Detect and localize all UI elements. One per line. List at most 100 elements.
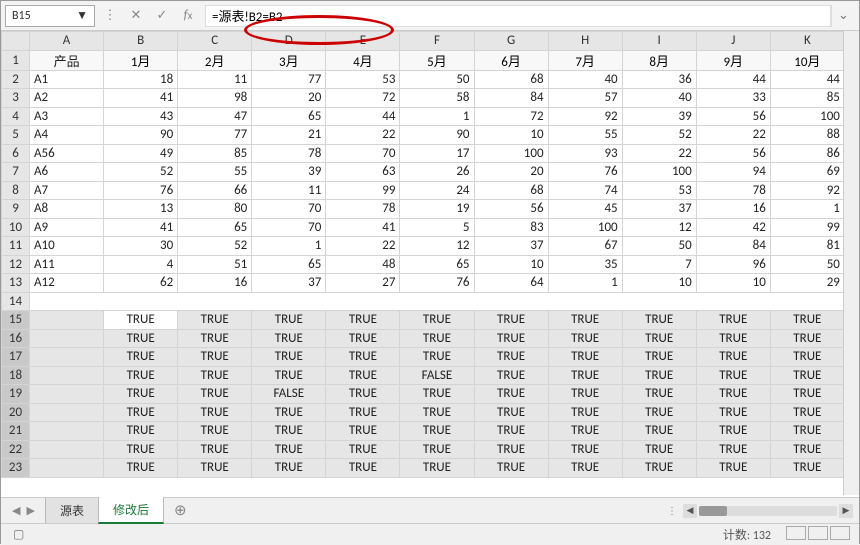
row-header[interactable]: 21	[2, 422, 30, 441]
cell[interactable]: 65	[178, 218, 252, 237]
cell[interactable]: 17	[400, 144, 474, 163]
cell[interactable]: 4	[104, 255, 178, 274]
cell[interactable]: TRUE	[548, 403, 622, 422]
cell[interactable]: TRUE	[178, 403, 252, 422]
cell[interactable]: 65	[400, 255, 474, 274]
col-header[interactable]: I	[622, 32, 696, 51]
cell[interactable]: 83	[474, 218, 548, 237]
col-header[interactable]: J	[696, 32, 770, 51]
col-header[interactable]: C	[178, 32, 252, 51]
cell[interactable]: TRUE	[178, 348, 252, 367]
cell[interactable]: TRUE	[770, 385, 844, 404]
cell[interactable]: 2月	[178, 50, 252, 70]
row-header[interactable]: 1	[2, 50, 30, 70]
cell[interactable]: A9	[30, 218, 104, 237]
cell[interactable]: 36	[622, 70, 696, 89]
cell[interactable]: 42	[696, 218, 770, 237]
row-header[interactable]: 6	[2, 144, 30, 163]
cell[interactable]	[30, 348, 104, 367]
cell[interactable]: 92	[770, 181, 844, 200]
cell[interactable]: 41	[104, 218, 178, 237]
cell[interactable]: A6	[30, 163, 104, 182]
cell[interactable]	[30, 311, 104, 330]
row-header[interactable]: 9	[2, 200, 30, 219]
cell[interactable]: TRUE	[622, 329, 696, 348]
cell[interactable]: 74	[548, 181, 622, 200]
cell[interactable]: TRUE	[252, 348, 326, 367]
cell[interactable]: 86	[770, 144, 844, 163]
cell[interactable]: TRUE	[622, 403, 696, 422]
cell[interactable]: 39	[622, 107, 696, 126]
col-header[interactable]: G	[474, 32, 548, 51]
row-header[interactable]: 3	[2, 89, 30, 108]
cell[interactable]: 96	[696, 255, 770, 274]
view-layout-icon[interactable]	[808, 526, 828, 540]
cell[interactable]: 50	[400, 70, 474, 89]
cell[interactable]: 9月	[696, 50, 770, 70]
cell[interactable]: TRUE	[548, 459, 622, 478]
cell[interactable]: 37	[622, 200, 696, 219]
cell[interactable]: 40	[548, 70, 622, 89]
cell[interactable]: 40	[622, 89, 696, 108]
cell[interactable]	[30, 440, 104, 459]
cell[interactable]: TRUE	[178, 329, 252, 348]
view-break-icon[interactable]	[830, 526, 850, 540]
cell[interactable]: TRUE	[622, 422, 696, 441]
cell[interactable]: 76	[548, 163, 622, 182]
row-header[interactable]: 20	[2, 403, 30, 422]
cell[interactable]: A11	[30, 255, 104, 274]
chevron-left-icon[interactable]: ◀	[12, 504, 20, 517]
cell[interactable]: 53	[326, 70, 400, 89]
row-header[interactable]: 2	[2, 70, 30, 89]
cell[interactable]: 19	[400, 200, 474, 219]
cell[interactable]: TRUE	[104, 440, 178, 459]
cell[interactable]: TRUE	[104, 385, 178, 404]
cell[interactable]: TRUE	[548, 366, 622, 385]
cell[interactable]: A12	[30, 274, 104, 293]
cell[interactable]: TRUE	[770, 422, 844, 441]
cell[interactable]: 72	[326, 89, 400, 108]
cell[interactable]: 50	[622, 237, 696, 256]
cell[interactable]: TRUE	[326, 366, 400, 385]
cell[interactable]: 76	[104, 181, 178, 200]
cell[interactable]: 77	[178, 126, 252, 145]
cell[interactable]: TRUE	[104, 329, 178, 348]
cell[interactable]: TRUE	[474, 348, 548, 367]
cell[interactable]: TRUE	[252, 329, 326, 348]
cell[interactable]	[30, 329, 104, 348]
enter-icon[interactable]: ✓	[151, 5, 173, 27]
cell[interactable]: TRUE	[178, 366, 252, 385]
cell[interactable]: 78	[326, 200, 400, 219]
cell[interactable]: 1	[548, 274, 622, 293]
row-header[interactable]: 18	[2, 366, 30, 385]
cell[interactable]: 85	[770, 89, 844, 108]
row-header[interactable]: 7	[2, 163, 30, 182]
cell[interactable]: A3	[30, 107, 104, 126]
cell[interactable]: 88	[770, 126, 844, 145]
cell[interactable]: A56	[30, 144, 104, 163]
cell[interactable]: TRUE	[400, 329, 474, 348]
view-normal-icon[interactable]	[786, 526, 806, 540]
row-header[interactable]: 10	[2, 218, 30, 237]
cell[interactable]: TRUE	[104, 422, 178, 441]
cell[interactable]: 99	[326, 181, 400, 200]
cell[interactable]: 33	[696, 89, 770, 108]
cell[interactable]: TRUE	[326, 403, 400, 422]
cell[interactable]: 41	[104, 89, 178, 108]
cell[interactable]: 56	[696, 107, 770, 126]
row-header[interactable]: 12	[2, 255, 30, 274]
cell[interactable]: A7	[30, 181, 104, 200]
cell[interactable]: TRUE	[474, 329, 548, 348]
cell[interactable]: 90	[400, 126, 474, 145]
cell[interactable]: A4	[30, 126, 104, 145]
row-header[interactable]: 13	[2, 274, 30, 293]
cell[interactable]: TRUE	[104, 311, 178, 330]
cell[interactable]: TRUE	[622, 366, 696, 385]
cell[interactable]: 56	[696, 144, 770, 163]
cell[interactable]: 43	[104, 107, 178, 126]
cell[interactable]: TRUE	[178, 459, 252, 478]
cell[interactable]: 10月	[770, 50, 844, 70]
cell[interactable]: 16	[696, 200, 770, 219]
cell[interactable]: TRUE	[548, 440, 622, 459]
row-header[interactable]: 19	[2, 385, 30, 404]
